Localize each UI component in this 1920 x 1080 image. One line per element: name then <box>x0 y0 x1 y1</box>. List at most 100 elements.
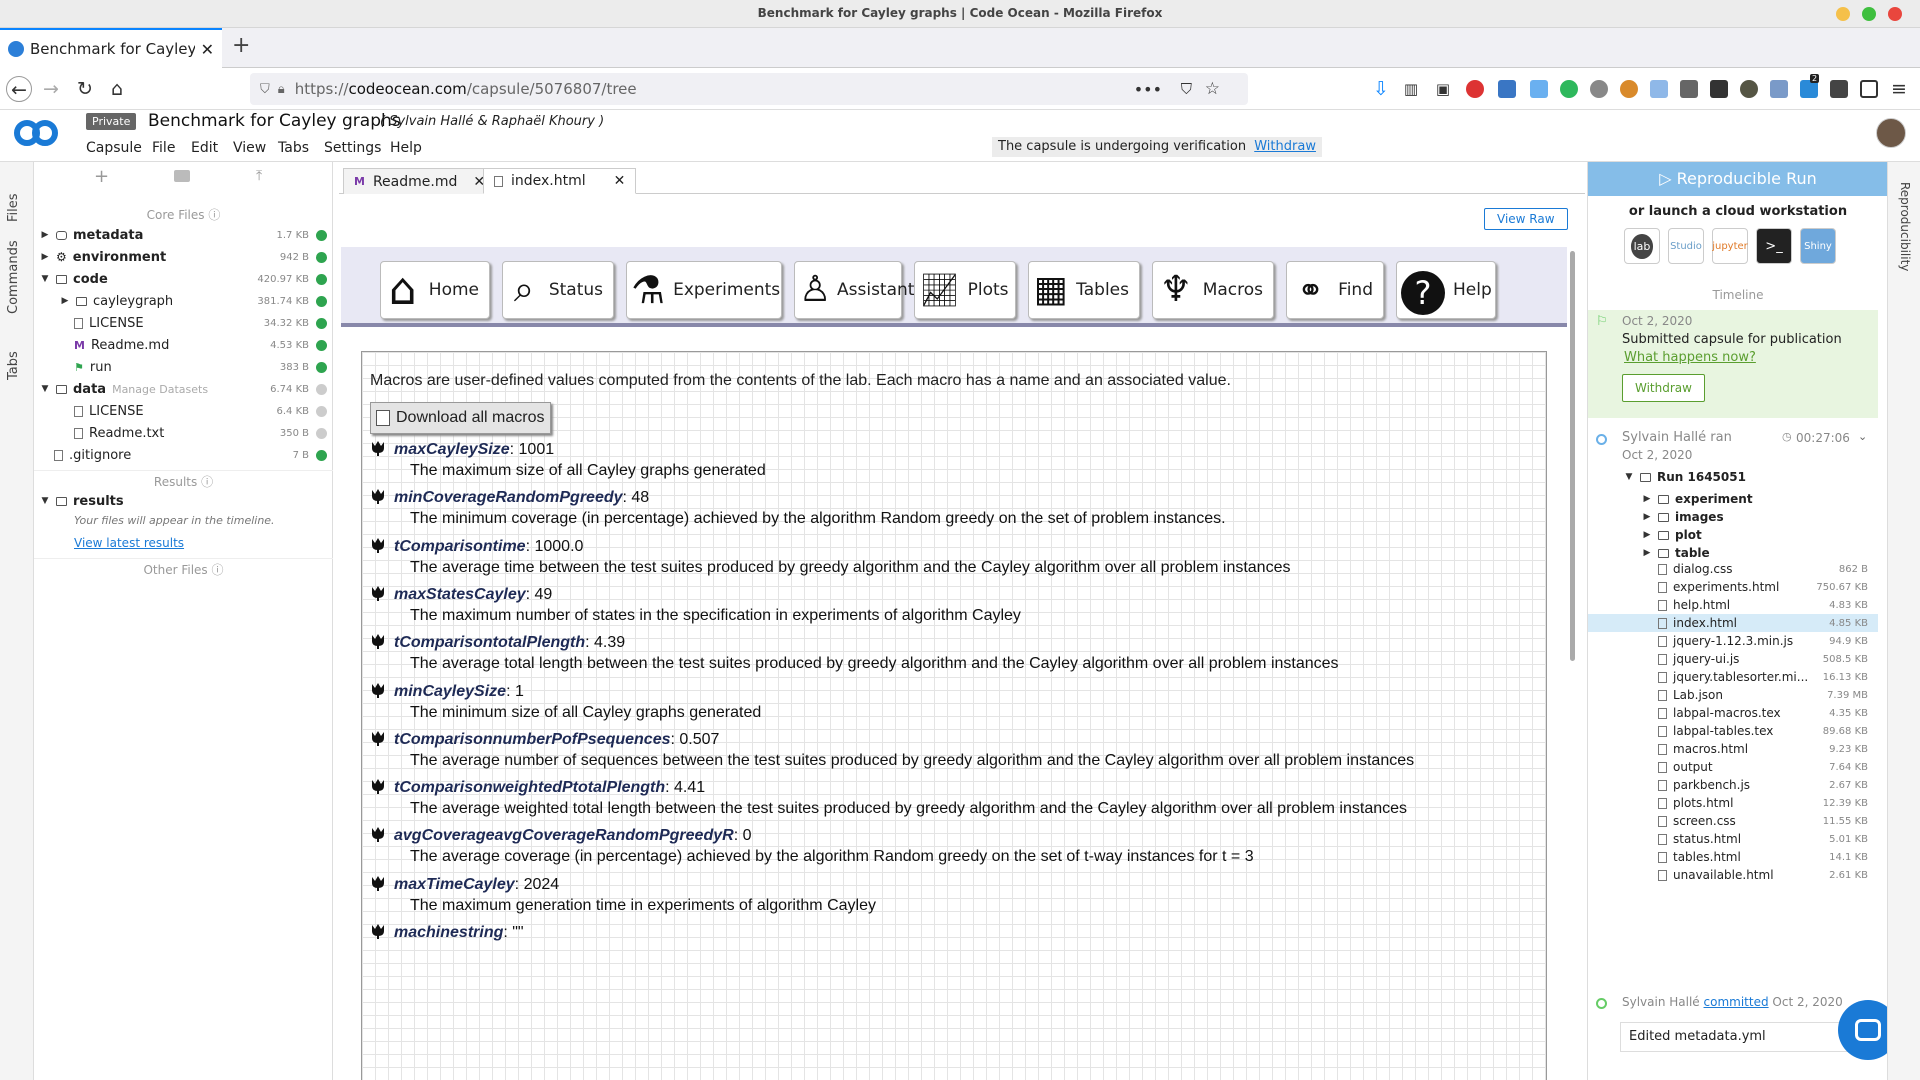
face-extension-icon[interactable] <box>1620 80 1638 98</box>
nav-home-button[interactable]: ⌂ Home <box>380 261 490 319</box>
screenshot-extension-icon[interactable] <box>1680 80 1698 98</box>
grey-extension-icon[interactable] <box>1590 80 1608 98</box>
file-row-metadata[interactable]: ▶ metadata 1.7 KB <box>34 224 333 246</box>
close-tab-icon[interactable]: ✕ <box>614 173 626 189</box>
home-icon[interactable]: ⌂ <box>104 76 130 102</box>
run-file-row[interactable]: plots.html 12.39 KB <box>1588 794 1878 812</box>
maximize-button[interactable] <box>1862 7 1876 21</box>
file-row-data-license[interactable]: LICENSE 6.4 KB <box>34 400 333 422</box>
file-row-readme-txt[interactable]: Readme.txt 350 B <box>34 422 333 444</box>
green-b-extension-icon[interactable] <box>1560 80 1578 98</box>
minimize-button[interactable] <box>1836 7 1850 21</box>
withdraw-link[interactable]: Withdraw <box>1254 139 1316 154</box>
menu-edit[interactable]: Edit <box>191 140 218 156</box>
rstudio-button[interactable]: Studio <box>1668 228 1704 264</box>
menu-tabs[interactable]: Tabs <box>278 140 309 156</box>
viewer-scrollbar[interactable] <box>1570 251 1575 661</box>
sidebar-icon[interactable]: ▣ <box>1430 76 1456 102</box>
run-file-row[interactable]: status.html 5.01 KB <box>1588 830 1878 848</box>
forward-icon[interactable]: → <box>38 76 64 102</box>
committed-link[interactable]: committed <box>1704 995 1769 1009</box>
back-icon[interactable]: ← <box>6 76 32 102</box>
run-file-row[interactable]: parkbench.js 2.67 KB <box>1588 776 1878 794</box>
barcode-extension-icon[interactable] <box>1710 80 1728 98</box>
withdraw-button[interactable]: Withdraw <box>1622 374 1705 402</box>
nav-experiments-button[interactable]: ⚗ Experiments <box>626 261 782 319</box>
grid-extension-icon[interactable] <box>1770 80 1788 98</box>
nav-macros-button[interactable]: ♆ Macros <box>1152 261 1274 319</box>
close-window-button[interactable] <box>1888 7 1902 21</box>
menu-settings[interactable]: Settings <box>324 140 381 156</box>
file-row-data[interactable]: ▼ data Manage Datasets 6.74 KB <box>34 378 333 400</box>
run-file-row[interactable]: Lab.json 7.39 MB <box>1588 686 1878 704</box>
file-row-readme-md[interactable]: M Readme.md 4.53 KB <box>34 334 333 356</box>
download-macros-button[interactable]: Download all macros <box>370 402 551 434</box>
file-row-code[interactable]: ▼ code 420.97 KB <box>34 268 333 290</box>
tab-tabs[interactable]: Tabs <box>6 351 21 380</box>
tab-index-html[interactable]: index.html ✕ <box>483 168 637 194</box>
jupyter-button[interactable]: jupyter <box>1712 228 1748 264</box>
menu-file[interactable]: File <box>152 140 175 156</box>
file-row-results[interactable]: ▼ results <box>34 490 333 512</box>
run-file-row[interactable]: screen.css 11.55 KB <box>1588 812 1878 830</box>
file-row-cayleygraph[interactable]: ▶ cayleygraph 381.74 KB <box>34 290 333 312</box>
info-icon[interactable]: ⓘ <box>208 208 220 222</box>
menu-capsule[interactable]: Capsule <box>86 140 142 156</box>
download-icon[interactable]: ⇩ <box>1368 76 1394 102</box>
reproducible-run-button[interactable]: ▷ Reproducible Run <box>1588 162 1888 196</box>
run-file-row[interactable]: index.html 4.85 KB <box>1588 614 1878 632</box>
file-row-environment[interactable]: ▶ ⚙ environment 942 B <box>34 246 333 268</box>
url-bar[interactable]: ⛉ 🔒︎ https:// codeocean.com /capsule/507… <box>250 73 1248 105</box>
doc-extension-icon[interactable] <box>1650 80 1668 98</box>
tab-files[interactable]: Files <box>6 193 21 222</box>
user-avatar[interactable] <box>1876 118 1906 148</box>
run-file-row[interactable]: jquery-ui.js 508.5 KB <box>1588 650 1878 668</box>
tab-commands[interactable]: Commands <box>6 240 21 314</box>
nav-status-button[interactable]: ⌕ Status <box>502 261 614 319</box>
run-folder-row[interactable]: ▼ Run 1645051 <box>1588 466 1878 488</box>
badge-extension-icon[interactable]: 2 <box>1800 74 1820 98</box>
terminal-button[interactable]: >_ <box>1756 228 1792 264</box>
manage-datasets-link[interactable]: Manage Datasets <box>112 383 208 396</box>
view-raw-button[interactable]: View Raw <box>1484 208 1568 230</box>
run-file-row[interactable]: jquery-1.12.3.min.js 94.9 KB <box>1588 632 1878 650</box>
nav-assistant-button[interactable]: ♙ Assistant <box>794 261 914 319</box>
chevron-down-icon[interactable]: ⌄ <box>1858 430 1867 443</box>
run-file-row[interactable]: labpal-macros.tex 4.35 KB <box>1588 704 1878 722</box>
bookmark-star-icon[interactable]: ☆ <box>1205 79 1220 99</box>
nav-find-button[interactable]: ⚭ Find <box>1286 261 1384 319</box>
reload-icon[interactable]: ↻ <box>72 76 98 102</box>
hamburger-menu-icon[interactable]: ≡ <box>1886 76 1912 102</box>
shiny-button[interactable]: Shiny <box>1800 228 1836 264</box>
plus-extension-icon[interactable] <box>1830 80 1848 98</box>
view-latest-results-link[interactable]: View latest results <box>74 536 184 550</box>
run-file-row[interactable]: labpal-tables.tex 89.68 KB <box>1588 722 1878 740</box>
avatar-extension-icon[interactable] <box>1740 80 1758 98</box>
bracket-extension-icon[interactable] <box>1860 80 1878 98</box>
info-icon[interactable]: ⓘ <box>201 475 213 489</box>
run-file-row[interactable]: jquery.tablesorter.mi... 16.13 KB <box>1588 668 1878 686</box>
menu-view[interactable]: View <box>233 140 266 156</box>
file-row-license[interactable]: LICENSE 34.32 KB <box>34 312 333 334</box>
new-tab-icon[interactable]: + <box>232 33 250 58</box>
run-file-row[interactable]: tables.html 14.1 KB <box>1588 848 1878 866</box>
menu-help[interactable]: Help <box>390 140 422 156</box>
what-happens-now-link[interactable]: What happens now? <box>1624 350 1756 365</box>
run-file-row[interactable]: output 7.64 KB <box>1588 758 1878 776</box>
nav-tables-button[interactable]: ▦ Tables <box>1028 261 1140 319</box>
run-file-row[interactable]: unavailable.html 2.61 KB <box>1588 866 1878 884</box>
run-file-row[interactable]: macros.html 9.23 KB <box>1588 740 1878 758</box>
browser-tab[interactable]: Benchmark for Cayley g ✕ <box>0 28 222 68</box>
nav-help-button[interactable]: ? Help <box>1396 261 1496 319</box>
save-extension-icon[interactable] <box>1498 80 1516 98</box>
tab-reproducibility[interactable]: Reproducibility <box>1898 182 1912 271</box>
file-row-run[interactable]: ⚑ run 383 B <box>34 356 333 378</box>
add-file-icon[interactable]: + <box>94 166 109 187</box>
pointer-extension-icon[interactable] <box>1530 80 1548 98</box>
close-tab-icon[interactable]: ✕ <box>201 40 214 59</box>
library-icon[interactable]: ▥ <box>1398 76 1424 102</box>
tab-readme-md[interactable]: M Readme.md ✕ <box>343 168 497 194</box>
info-icon[interactable]: ⓘ <box>212 563 224 577</box>
upload-icon[interactable]: ⤒ <box>256 168 262 184</box>
pocket-icon[interactable]: ⛉ <box>1181 80 1192 98</box>
